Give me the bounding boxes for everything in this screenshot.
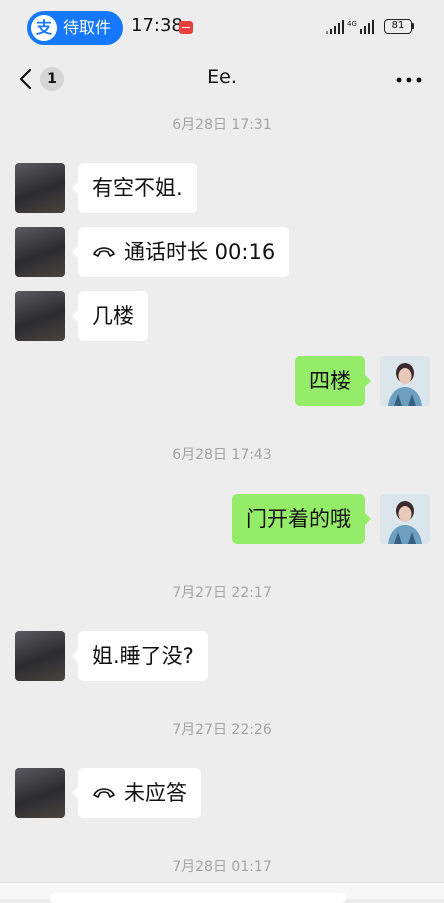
contact-avatar[interactable]: [15, 768, 65, 818]
message-bubble-sent[interactable]: 四楼: [295, 356, 371, 406]
call-record-bubble[interactable]: 未应答: [72, 768, 201, 818]
call-duration-text: 通话时长 00:16: [124, 240, 276, 264]
status-time: 17:38: [131, 15, 183, 36]
contact-avatar[interactable]: [15, 227, 65, 277]
self-avatar[interactable]: [380, 356, 430, 406]
message-timestamp: 7月27日 22:17: [172, 585, 272, 601]
message-bubble-sent[interactable]: 门开着的哦: [232, 494, 371, 544]
message-bubble[interactable]: 姐.睡了没?: [72, 631, 208, 681]
self-avatar-portrait-icon: [380, 494, 430, 544]
phone-handset-icon: [93, 247, 115, 257]
contact-avatar[interactable]: [15, 291, 65, 341]
notification-icon: [179, 21, 193, 34]
message-bubble[interactable]: 几楼: [72, 291, 148, 341]
phone-handset-icon: [93, 788, 115, 798]
contact-avatar[interactable]: [15, 163, 65, 213]
message-timestamp: 6月28日 17:31: [172, 117, 272, 133]
network-type-label: 4G: [347, 20, 357, 28]
input-toolbar: [0, 882, 444, 903]
message-bubble[interactable]: 有空不姐.: [72, 163, 197, 213]
signal-icon: 4G: [326, 20, 374, 34]
message-timestamp: 6月28日 17:43: [172, 447, 272, 463]
contact-avatar[interactable]: [15, 631, 65, 681]
status-bar: 支 待取件 17:38 4G 81: [0, 0, 444, 56]
chat-title: Ee.: [207, 66, 237, 88]
message-timestamp: 7月27日 22:26: [172, 722, 272, 738]
alipay-pickup-notification[interactable]: 支 待取件: [27, 11, 123, 45]
battery-tip: [412, 23, 414, 29]
more-options-icon[interactable]: [396, 77, 422, 83]
call-record-bubble[interactable]: 通话时长 00:16: [71, 227, 290, 277]
call-status-text: 未应答: [124, 781, 187, 805]
self-avatar[interactable]: [380, 494, 430, 544]
self-avatar-portrait-icon: [380, 356, 430, 406]
message-timestamp: 7月28日 01:17: [172, 859, 272, 875]
alipay-icon: 支: [31, 15, 57, 41]
message-input[interactable]: [50, 893, 346, 903]
alipay-pickup-label: 待取件: [63, 18, 112, 37]
battery-icon: 81: [384, 19, 412, 34]
